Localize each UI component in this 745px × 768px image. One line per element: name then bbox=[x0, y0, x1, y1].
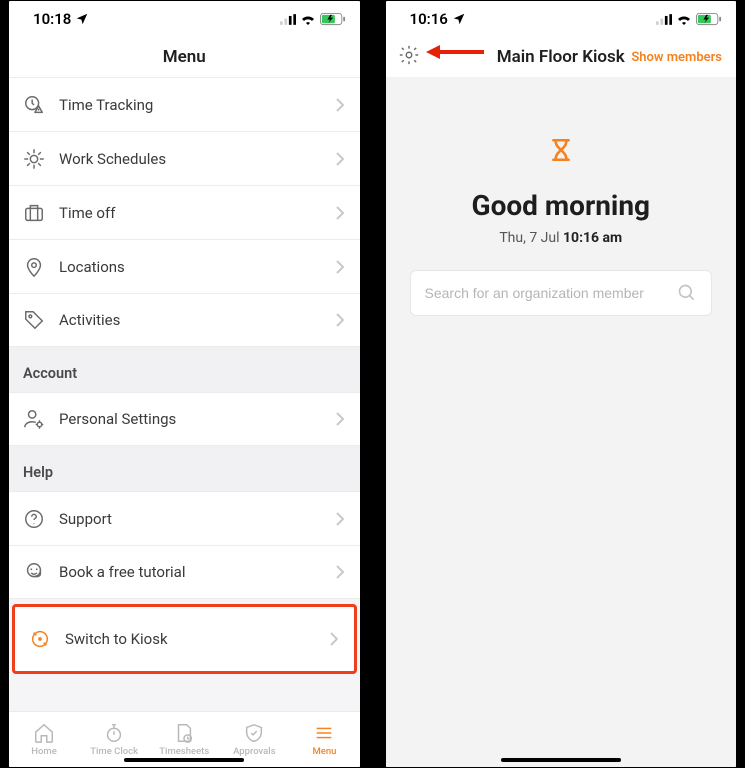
kiosk-datetime: Thu, 7 Jul 10:16 am bbox=[499, 230, 622, 246]
document-clock-icon bbox=[173, 722, 195, 744]
menu-item-support[interactable]: Support bbox=[9, 491, 360, 545]
status-bar: 10:16 bbox=[386, 1, 737, 37]
date-prefix: Thu, 7 Jul bbox=[499, 230, 563, 246]
page-title: Main Floor Kiosk bbox=[497, 47, 625, 67]
location-pin-icon bbox=[23, 256, 45, 278]
menu-item-label: Locations bbox=[59, 258, 322, 276]
chevron-right-icon bbox=[336, 512, 344, 526]
location-arrow-icon bbox=[452, 12, 466, 26]
section-header-account: Account bbox=[9, 347, 360, 392]
menu-item-label: Activities bbox=[59, 311, 322, 329]
menu-item-work-schedules[interactable]: Work Schedules bbox=[9, 131, 360, 185]
menu-item-label: Work Schedules bbox=[59, 150, 322, 168]
status-time: 10:16 bbox=[410, 10, 448, 28]
annotation-arrow-icon bbox=[426, 41, 486, 67]
home-indicator[interactable] bbox=[124, 758, 244, 762]
menu-item-activities[interactable]: Activities bbox=[9, 293, 360, 347]
menu-item-locations[interactable]: Locations bbox=[9, 239, 360, 293]
status-time: 10:18 bbox=[33, 10, 71, 28]
suitcase-icon bbox=[23, 202, 45, 224]
signal-icon bbox=[656, 14, 672, 25]
kiosk-time: 10:16 am bbox=[563, 230, 622, 246]
hourglass-logo-icon bbox=[548, 137, 574, 167]
clock-alert-icon bbox=[23, 94, 45, 116]
wifi-icon bbox=[300, 13, 316, 25]
chevron-right-icon bbox=[330, 632, 338, 646]
menu-item-time-off[interactable]: Time off bbox=[9, 185, 360, 239]
tab-home[interactable]: Home bbox=[9, 712, 79, 767]
location-arrow-icon bbox=[75, 12, 89, 26]
menu-item-book-tutorial[interactable]: Book a free tutorial bbox=[9, 545, 360, 599]
chevron-right-icon bbox=[336, 152, 344, 166]
kiosk-body: Good morning Thu, 7 Jul 10:16 am bbox=[386, 77, 737, 767]
battery-icon bbox=[696, 13, 722, 26]
show-members-link[interactable]: Show members bbox=[631, 50, 722, 65]
menu-item-label: Personal Settings bbox=[59, 410, 322, 428]
sun-icon bbox=[23, 148, 45, 170]
tab-label: Menu bbox=[312, 746, 336, 757]
chevron-right-icon bbox=[336, 565, 344, 579]
menu-item-label: Time Tracking bbox=[59, 96, 322, 114]
kiosk-target-icon bbox=[29, 628, 51, 650]
chevron-right-icon bbox=[336, 313, 344, 327]
search-input[interactable] bbox=[425, 285, 678, 301]
phone-kiosk-screen: 10:16 Main Floor Kiosk Show members Good… bbox=[385, 0, 738, 768]
tab-label: Timesheets bbox=[159, 746, 209, 757]
member-search-box[interactable] bbox=[410, 270, 713, 316]
wifi-icon bbox=[676, 13, 692, 25]
search-icon bbox=[677, 283, 697, 303]
status-bar: 10:18 bbox=[9, 1, 360, 37]
tag-icon bbox=[23, 309, 45, 331]
stopwatch-icon bbox=[103, 722, 125, 744]
navbar: Menu bbox=[9, 37, 360, 77]
menu-item-label: Book a free tutorial bbox=[59, 563, 322, 581]
chevron-right-icon bbox=[336, 412, 344, 426]
gear-icon bbox=[398, 44, 420, 66]
phone-menu-screen: 10:18 Menu Time Tracking Work Schedules … bbox=[8, 0, 361, 768]
chevron-right-icon bbox=[336, 206, 344, 220]
menu-item-personal-settings[interactable]: Personal Settings bbox=[9, 392, 360, 446]
menu-item-switch-to-kiosk[interactable]: Switch to Kiosk bbox=[12, 604, 357, 674]
tab-label: Home bbox=[31, 746, 57, 757]
menu-lines-icon bbox=[313, 722, 335, 744]
home-icon bbox=[33, 722, 55, 744]
menu-item-label: Support bbox=[59, 510, 322, 528]
menu-item-label: Time off bbox=[59, 204, 322, 222]
home-indicator[interactable] bbox=[501, 758, 621, 762]
tab-label: Time Clock bbox=[90, 746, 138, 757]
chevron-right-icon bbox=[336, 260, 344, 274]
tab-label: Approvals bbox=[233, 746, 276, 757]
menu-list: Time Tracking Work Schedules Time off Lo… bbox=[9, 77, 360, 711]
signal-icon bbox=[280, 14, 296, 25]
section-header-help: Help bbox=[9, 446, 360, 491]
menu-item-time-tracking[interactable]: Time Tracking bbox=[9, 77, 360, 131]
user-gear-icon bbox=[23, 408, 45, 430]
settings-button[interactable] bbox=[398, 44, 420, 71]
headset-icon bbox=[23, 561, 45, 583]
shield-check-icon bbox=[243, 722, 265, 744]
greeting-text: Good morning bbox=[471, 189, 650, 222]
tab-menu[interactable]: Menu bbox=[289, 712, 359, 767]
page-title: Menu bbox=[163, 47, 206, 67]
help-circle-icon bbox=[23, 508, 45, 530]
chevron-right-icon bbox=[336, 98, 344, 112]
battery-icon bbox=[320, 13, 346, 26]
menu-item-label: Switch to Kiosk bbox=[65, 630, 316, 648]
